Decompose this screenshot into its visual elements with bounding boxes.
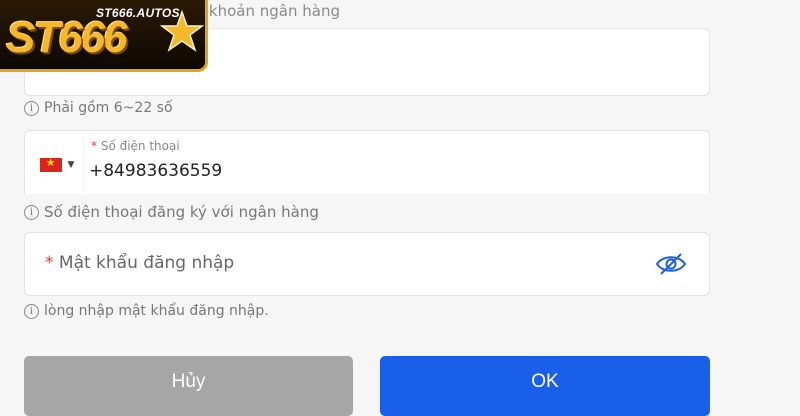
phone-label: * Số điện thoại [91, 139, 180, 153]
phone-input[interactable]: +84983636559 [89, 161, 222, 181]
cancel-button[interactable]: Hủy [24, 356, 353, 416]
country-code-select[interactable]: ▼ [31, 137, 84, 193]
star-icon [160, 10, 204, 52]
info-icon: i [24, 100, 39, 116]
phone-field[interactable]: ▼ * Số điện thoại +84983636559 [24, 130, 710, 194]
required-mark: * [45, 253, 54, 273]
required-mark: * [91, 139, 97, 153]
phone-hint: i Số điện thoại đăng ký với ngân hàng [24, 203, 319, 221]
caret-down-icon: ▼ [67, 160, 75, 170]
info-icon: i [24, 303, 39, 319]
password-input[interactable]: * Mật khẩu đăng nhập [45, 253, 234, 273]
phone-label-text: Số điện thoại [100, 139, 180, 153]
ok-button[interactable]: OK [380, 356, 710, 416]
info-icon: i [24, 204, 39, 220]
vietnam-flag-icon [39, 156, 62, 172]
password-placeholder-text: Mật khẩu đăng nhập [58, 253, 235, 273]
phone-hint-text: Số điện thoại đăng ký với ngân hàng [44, 203, 319, 221]
password-hint-text: lòng nhập mật khẩu đăng nhập. [44, 303, 269, 319]
account-number-hint-text: Phải gồm 6~22 số [44, 100, 173, 116]
password-field[interactable]: * Mật khẩu đăng nhập [24, 232, 710, 296]
eye-slash-icon[interactable] [655, 251, 687, 277]
account-number-hint: i Phải gồm 6~22 số [24, 100, 173, 116]
account-number-label: i khoản ngân hàng [200, 2, 340, 20]
password-hint: i lòng nhập mật khẩu đăng nhập. [24, 303, 269, 319]
site-logo[interactable]: ST666.AUTOS ST666 [0, 0, 208, 72]
logo-mark-text: ST666 [6, 13, 128, 62]
